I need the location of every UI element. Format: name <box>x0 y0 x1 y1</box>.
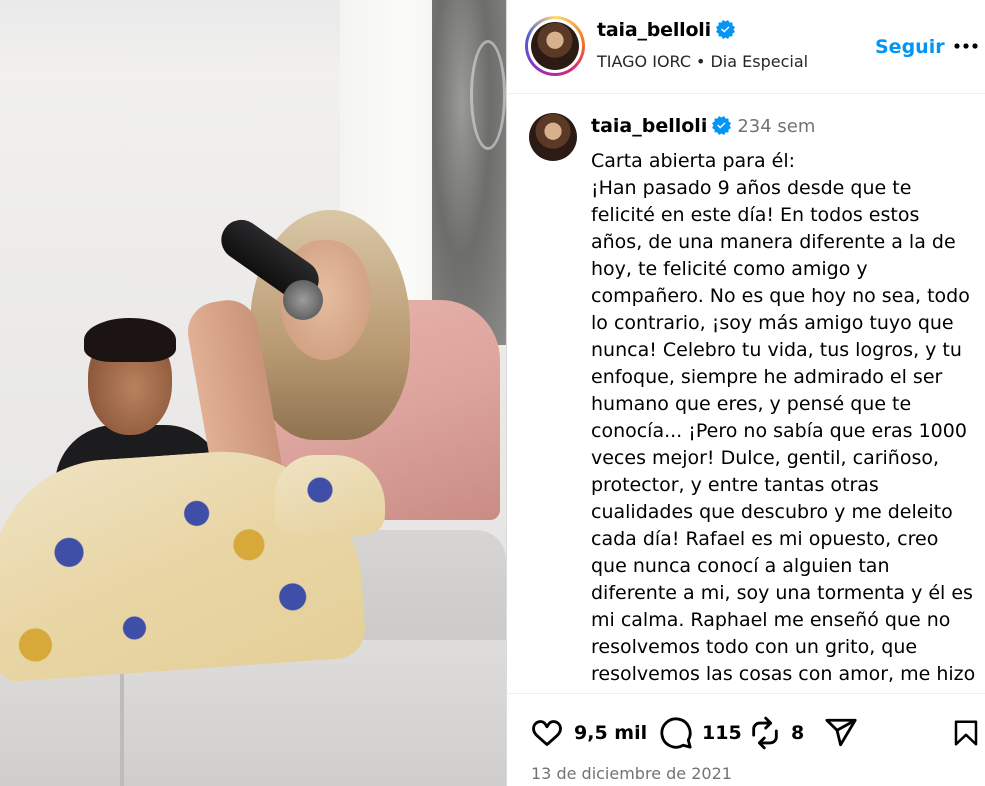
repost-button[interactable]: 8 <box>748 716 804 750</box>
media-wall-art-detail <box>470 40 506 150</box>
bookmark-icon <box>954 720 978 746</box>
repost-count[interactable]: 8 <box>791 722 804 744</box>
post-actions: 9,5 mil 115 8 13 de diciembre de 2021 <box>507 693 985 786</box>
post-panel: taia_belloli TIAGO IORC • Dia Especial Seg… <box>506 0 985 786</box>
share-icon <box>825 718 857 747</box>
media-microphone-head <box>283 280 323 320</box>
caption-header: taia_belloli 234 sem <box>591 115 815 137</box>
like-button[interactable]: 9,5 mil <box>529 716 647 750</box>
caption-scroll-area[interactable]: taia_belloli 234 sem Carta abierta para é… <box>507 95 985 693</box>
media-blanket-fold <box>275 455 385 535</box>
share-button[interactable] <box>824 716 858 750</box>
avatar-frame <box>528 19 582 73</box>
verified-badge-icon <box>712 116 732 135</box>
avatar <box>531 22 579 70</box>
audio-track: Dia Especial <box>710 52 809 71</box>
verified-badge-icon <box>715 20 735 39</box>
header-username-row: taia_belloli <box>597 19 735 41</box>
comment-count[interactable]: 115 <box>702 722 742 744</box>
comment-button[interactable]: 115 <box>659 716 742 750</box>
caption-username[interactable]: taia_belloli <box>591 115 707 137</box>
audio-separator: • <box>696 52 706 71</box>
audio-artist: TIAGO IORC <box>597 52 692 71</box>
save-button[interactable] <box>951 716 981 750</box>
heart-icon <box>532 720 562 747</box>
comment-icon <box>660 717 692 749</box>
avatar-story-ring[interactable] <box>525 16 585 76</box>
more-horizontal-icon[interactable] <box>953 34 979 58</box>
caption-timestamp[interactable]: 234 sem <box>737 116 815 137</box>
repost-icon <box>752 716 778 750</box>
media-person-man-hair <box>84 318 176 362</box>
header-audio[interactable]: TIAGO IORC • Dia Especial <box>597 52 808 71</box>
like-count[interactable]: 9,5 mil <box>574 722 647 744</box>
caption-text: Carta abierta para él: ¡Han pasado 9 año… <box>591 150 976 693</box>
caption-avatar[interactable] <box>529 113 577 161</box>
post-date[interactable]: 13 de diciembre de 2021 <box>531 764 732 783</box>
follow-button[interactable]: Seguir <box>875 36 945 58</box>
post-header: taia_belloli TIAGO IORC • Dia Especial Seg… <box>507 0 985 94</box>
media-sofa-seam <box>120 660 124 786</box>
post-media[interactable] <box>0 0 506 786</box>
header-username[interactable]: taia_belloli <box>597 19 711 41</box>
